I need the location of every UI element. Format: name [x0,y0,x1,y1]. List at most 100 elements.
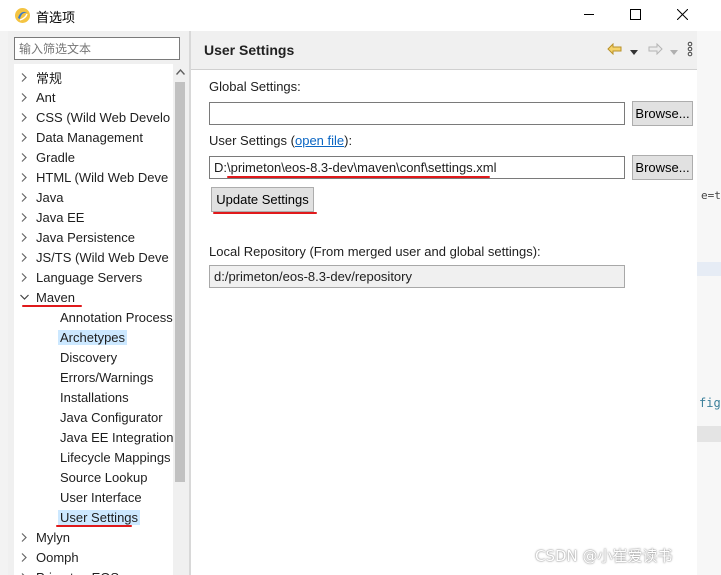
chevron-right-icon[interactable] [14,92,34,102]
tree-item[interactable]: Archetypes [38,328,128,346]
preferences-tree: 常规 Ant CSS (Wild Web Develo Data Management… [14,64,173,575]
tree-scrollbar[interactable] [173,64,187,575]
tree-item[interactable]: Language Servers [14,268,144,286]
tree-item-label: Installations [60,389,129,405]
scroll-up-icon[interactable] [175,67,185,77]
tree-item[interactable]: Maven [14,288,77,306]
tree-item-label: Lifecycle Mappings [60,449,171,465]
global-settings-field[interactable] [209,102,625,125]
chevron-right-icon[interactable] [14,272,34,282]
tree-item-label: Java EE [36,209,85,225]
tree-item[interactable]: Java [14,188,65,206]
back-history-dropdown[interactable] [630,42,638,58]
open-file-link[interactable]: open file [295,133,344,148]
tree-item-label: Annotation Process [60,309,173,325]
chevron-right-icon[interactable] [14,132,34,142]
tree-item[interactable]: Java Configurator [38,408,165,426]
chevron-right-icon[interactable] [14,532,34,542]
scrollbar-thumb[interactable] [175,82,185,482]
tree-item-label: Language Servers [36,269,143,285]
maximize-icon [629,8,641,23]
tree-item-label: Java EE Integration [60,429,173,445]
tree-item-label: User Interface [60,489,142,505]
tree-item[interactable]: Annotation Process [38,308,173,326]
tree-item[interactable]: Mylyn [14,528,72,546]
forward-history-dropdown[interactable] [670,42,678,58]
tree-item-label: Errors/Warnings [60,369,154,385]
tree-item[interactable]: User Settings [38,508,141,526]
tree-item[interactable]: Lifecycle Mappings [38,448,173,466]
tree-item-label: Mylyn [36,529,70,545]
tree-item[interactable]: Errors/Warnings [38,368,155,386]
window-title: 首选项 [36,10,76,25]
watermark: CSDN @小崔爱读书 [535,547,673,565]
tree-item-label: Java Persistence [36,229,135,245]
close-button[interactable] [659,0,705,31]
red-annotation-underline [22,305,82,307]
minimize-button[interactable] [566,0,612,31]
view-menu-button[interactable] [687,41,693,58]
forward-button[interactable] [647,42,663,58]
red-annotation-underline [56,525,132,527]
tree-item-label: Gradle [36,149,76,165]
tree-item[interactable]: Primeton EOS [14,568,121,575]
chevron-right-icon[interactable] [14,212,34,222]
tree-item[interactable]: CSS (Wild Web Develo [14,108,172,126]
user-settings-label: User Settings (open file): [209,133,352,148]
chevron-down-icon [670,43,678,58]
background-text-fragment: fig [699,396,721,410]
tree-item[interactable]: Ant [14,88,58,106]
tree-item[interactable]: Java EE [14,208,86,226]
chevron-down-icon[interactable] [14,294,34,300]
maximize-button[interactable] [612,0,658,31]
tree-item-label: User Settings [58,509,141,525]
tree-item[interactable]: Data Management [14,128,145,146]
global-browse-button[interactable]: Browse... [632,101,693,126]
tree-item[interactable]: 常规 [14,68,64,86]
background-scrollbar [697,426,721,442]
tree-item[interactable]: JS/TS (Wild Web Deve [14,248,171,266]
tree-item-label: JS/TS (Wild Web Deve [36,249,169,265]
tree-item[interactable]: Java Persistence [14,228,137,246]
chevron-right-icon[interactable] [14,152,34,162]
tree-item[interactable]: HTML (Wild Web Deve [14,168,170,186]
red-annotation-underline [213,212,317,214]
user-settings-page: Global Settings: Browse... User Settings… [191,70,697,575]
local-repository-field: d:/primeton/eos-8.3-dev/repository [209,265,625,288]
chevron-right-icon[interactable] [14,72,34,82]
user-settings-label-end: ): [344,133,353,148]
tree-item-label: 常规 [36,70,63,86]
tree-item[interactable]: Java EE Integration [38,428,173,446]
user-browse-button[interactable]: Browse... [632,155,693,180]
minimize-icon [583,8,595,23]
global-settings-label: Global Settings: [209,79,301,94]
tree-item-label: Maven [36,289,76,305]
local-repository-label: Local Repository (From merged user and g… [209,244,541,259]
chevron-right-icon[interactable] [14,192,34,202]
chevron-right-icon[interactable] [14,112,34,122]
tree-item[interactable]: Installations [38,388,131,406]
title-bar: 首选项 [0,0,721,31]
forward-arrow-icon [647,42,663,58]
tree-item-label: Oomph [36,549,79,565]
tree-item-label: Discovery [60,349,118,365]
back-arrow-icon [607,42,623,58]
chevron-right-icon[interactable] [14,232,34,242]
chevron-right-icon[interactable] [14,252,34,262]
update-settings-button[interactable]: Update Settings [211,187,314,212]
tree-item[interactable]: Discovery [38,348,119,366]
tree-item[interactable]: Oomph [14,548,81,566]
tree-item-label: HTML (Wild Web Deve [36,169,169,185]
back-button[interactable] [607,42,623,58]
tree-item[interactable]: Source Lookup [38,468,149,486]
background-app-editor: e=t fig [697,31,721,575]
close-icon [676,8,688,23]
chevron-right-icon[interactable] [14,552,34,562]
tree-item[interactable]: User Interface [38,488,144,506]
filter-input[interactable] [14,37,180,60]
preferences-dialog: 常规 Ant CSS (Wild Web Develo Data Management… [8,31,697,575]
tree-item[interactable]: Gradle [14,148,77,166]
chevron-right-icon[interactable] [14,172,34,182]
tree-item-label: Ant [36,89,56,105]
background-text-fragment: e=t [701,189,721,202]
